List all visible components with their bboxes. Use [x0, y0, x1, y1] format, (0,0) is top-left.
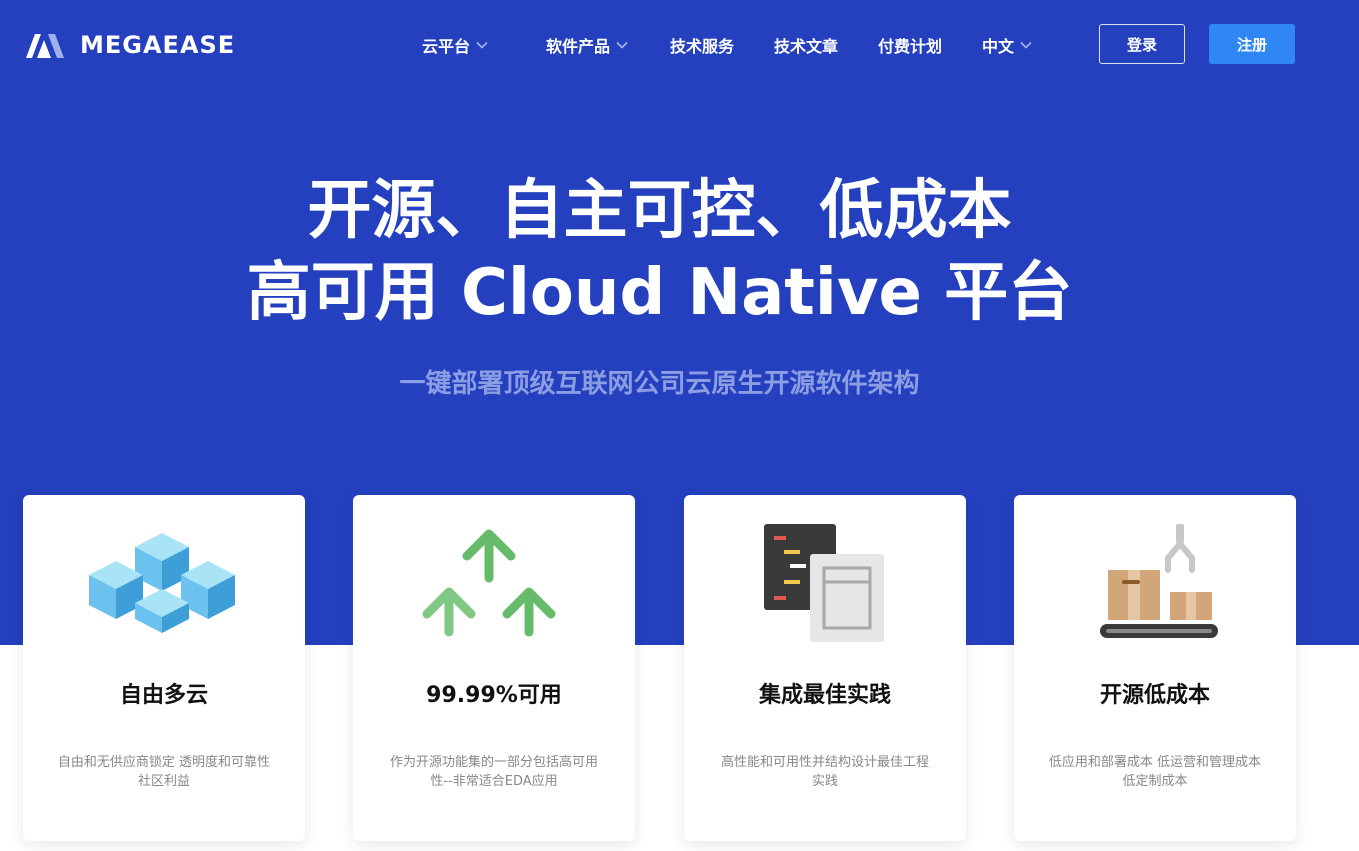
nav-item-software-products[interactable]: 软件产品: [546, 32, 629, 58]
feature-description: 作为开源功能集的一部分包括高可用 性--非常适合EDA应用: [377, 753, 611, 791]
chevron-down-icon: [1020, 41, 1032, 49]
hero-title-line-2: 高可用 Cloud Native 平台: [246, 256, 1073, 330]
nav-item-language[interactable]: 中文: [982, 32, 1033, 58]
feature-card-high-availability: 99.99%可用 作为开源功能集的一部分包括高可用 性--非常适合EDA应用: [353, 495, 635, 841]
feature-title: 集成最佳实践: [758, 683, 891, 708]
nav-item-pricing[interactable]: 付费计划: [878, 32, 942, 58]
hero-title: 开源、自主可控、低成本 高可用 Cloud Native 平台: [0, 170, 1319, 334]
arrows-up-icon: [353, 515, 635, 650]
nav-item-tech-articles[interactable]: 技术文章: [774, 32, 838, 58]
feature-card-best-practices: 集成最佳实践 高性能和可用性并结构设计最佳工程 实践: [684, 495, 966, 841]
feature-description-line: 高性能和可用性并结构设计最佳工程: [720, 755, 929, 770]
feature-description-line: 作为开源功能集的一部分包括高可用: [389, 755, 598, 770]
feature-description: 自由和无供应商锁定 透明度和可靠性 社区利益: [47, 753, 281, 791]
hero-subtitle: 一键部署顶级互联网公司云原生开源软件架构: [399, 369, 920, 399]
register-button[interactable]: 注册: [1209, 24, 1295, 64]
feature-card-low-cost: 开源低成本 低应用和部署成本 低运营和管理成本 低定制成本: [1014, 495, 1296, 841]
feature-card-multi-cloud: 自由多云 自由和无供应商锁定 透明度和可靠性 社区利益: [23, 495, 305, 841]
brand-name: MEGAEASE: [80, 31, 236, 59]
login-button[interactable]: 登录: [1099, 24, 1185, 64]
feature-title: 开源低成本: [1099, 683, 1210, 708]
feature-description-line: 低应用和部署成本 低运营和管理成本: [1048, 755, 1262, 770]
documents-icon: [684, 515, 966, 650]
feature-description-line: 低定制成本: [1122, 774, 1188, 789]
nav-item-label: 技术文章: [774, 37, 839, 56]
chevron-down-icon: [476, 41, 488, 49]
nav-item-label: 技术服务: [670, 37, 735, 56]
nav-item-label: 中文: [982, 37, 1015, 56]
feature-title: 自由多云: [119, 683, 208, 708]
feature-description: 低应用和部署成本 低运营和管理成本 低定制成本: [1038, 753, 1272, 791]
feature-title: 99.99%可用: [426, 683, 562, 708]
feature-description: 高性能和可用性并结构设计最佳工程 实践: [708, 753, 942, 791]
megaease-logo-icon: [26, 30, 66, 60]
cubes-icon: [23, 515, 305, 650]
nav-item-label: 云平台: [422, 37, 471, 56]
chevron-down-icon: [616, 41, 628, 49]
nav-item-tech-services[interactable]: 技术服务: [670, 32, 734, 58]
nav-item-label: 软件产品: [546, 37, 611, 56]
feature-description-line: 实践: [811, 774, 838, 789]
logo[interactable]: MEGAEASE: [26, 30, 235, 60]
conveyor-boxes-icon: [1014, 515, 1296, 650]
nav-item-cloud-platform[interactable]: 云平台: [422, 32, 489, 58]
feature-description-line: 性--非常适合EDA应用: [430, 774, 558, 789]
nav-item-label: 付费计划: [878, 37, 943, 56]
feature-description-line: 自由和无供应商锁定 透明度和可靠性: [57, 755, 271, 770]
hero-title-line-1: 开源、自主可控、低成本: [307, 174, 1012, 248]
feature-description-line: 社区利益: [137, 774, 190, 789]
page: MEGAEASE 云平台 软件产品 技术服务 技术文章 付费计划 中文 登录 注…: [0, 0, 1359, 851]
